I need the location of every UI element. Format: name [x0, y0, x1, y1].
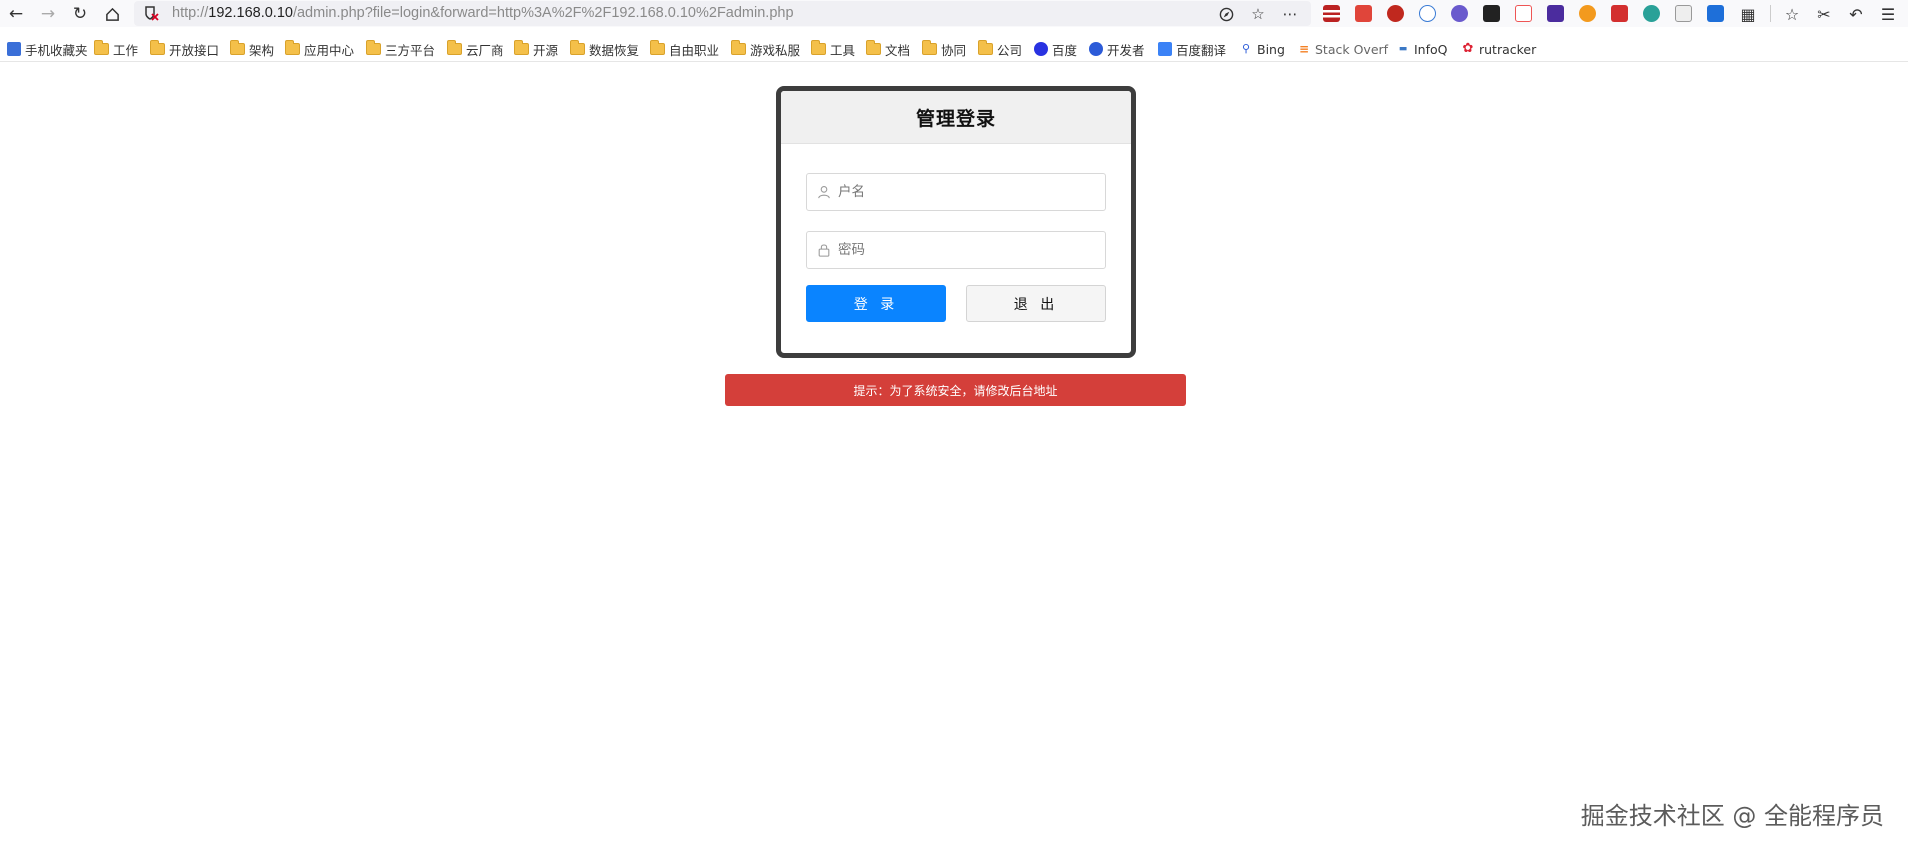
address-bar[interactable]: http://192.168.0.10/admin.php?file=login… [134, 1, 1311, 26]
bookmark-folder[interactable]: 架构 [230, 40, 274, 58]
back-icon[interactable]: ← [5, 3, 27, 25]
bookmark-folder[interactable]: 开源 [514, 40, 558, 58]
url-text: http://192.168.0.10/admin.php?file=login… [172, 5, 794, 21]
bookmark-folder[interactable]: 工具 [811, 40, 855, 58]
bookmark-folder[interactable]: 应用中心 [285, 40, 354, 58]
hat-extension-icon[interactable] [1547, 5, 1564, 22]
browser-toolbar: ← → ↻ http://192.168.0.10/admin.php?file… [0, 0, 1908, 27]
bookmark-developer[interactable]: 开发者 [1089, 40, 1145, 58]
fe-extension-icon[interactable] [1611, 5, 1628, 22]
red-extension-icon[interactable] [1355, 5, 1372, 22]
network-extension-icon[interactable] [1515, 5, 1532, 22]
user-icon [818, 186, 830, 199]
bookmark-folder[interactable]: 文档 [866, 40, 910, 58]
purple-extension-icon[interactable] [1451, 5, 1468, 22]
folder-icon [150, 40, 165, 55]
translate-extension-icon[interactable] [1419, 5, 1436, 22]
bookmark-folder[interactable]: 协同 [922, 40, 966, 58]
bookmark-baidu[interactable]: 百度 [1034, 40, 1077, 58]
dark-extension-icon[interactable] [1483, 5, 1500, 22]
reader-view-icon[interactable] [1215, 3, 1237, 25]
capture-extension-icon[interactable] [1675, 5, 1692, 22]
bookmark-baidu-translate[interactable]: 百度翻译 [1158, 40, 1226, 58]
undo-icon[interactable]: ↶ [1845, 3, 1867, 25]
bookmark-bing[interactable]: ⚲ Bing [1239, 40, 1285, 58]
toolbar-divider [1770, 5, 1771, 22]
exit-button[interactable]: 退 出 [966, 285, 1106, 322]
adblock-icon[interactable] [1387, 5, 1404, 22]
bookmark-folder[interactable]: 自由职业 [650, 40, 719, 58]
password-field[interactable] [806, 231, 1106, 269]
page-actions-icon[interactable]: ⋯ [1279, 3, 1301, 25]
folder-icon [285, 40, 300, 55]
username-field[interactable] [806, 173, 1106, 211]
search-icon: ⚲ [1241, 42, 1251, 55]
menu-icon[interactable]: ☰ [1877, 3, 1899, 25]
login-header: 管理登录 [781, 91, 1131, 144]
reload-icon[interactable]: ↻ [69, 3, 91, 25]
folder-icon [978, 40, 993, 55]
infoq-icon: ▬ [1398, 44, 1408, 54]
security-alert: 提示：为了系统安全，请修改后台地址 [725, 374, 1186, 406]
login-button[interactable]: 登 录 [806, 285, 946, 322]
colorful-extension-icon[interactable] [1643, 5, 1660, 22]
alert-text: 提示：为了系统安全，请修改后台地址 [853, 383, 1058, 398]
folder-icon [811, 40, 826, 55]
watermark: 掘金技术社区 @ 全能程序员 [1580, 802, 1884, 830]
folder-icon [866, 40, 881, 55]
lock-icon [818, 244, 830, 257]
bookmark-star-icon[interactable]: ☆ [1247, 3, 1269, 25]
bookmark-rutracker[interactable]: ✿ rutracker [1461, 40, 1537, 58]
folder-icon [514, 40, 529, 55]
bookmark-mobile[interactable]: 手机收藏夹 [7, 40, 88, 58]
folder-icon [94, 40, 109, 55]
folder-icon [230, 40, 245, 55]
folder-icon [570, 40, 585, 55]
forward-icon[interactable]: → [37, 3, 59, 25]
bookmark-folder[interactable]: 工作 [94, 40, 138, 58]
bookmark-folder[interactable]: 开放接口 [150, 40, 219, 58]
scissors-icon[interactable]: ✂ [1813, 3, 1835, 25]
rutracker-icon: ✿ [1462, 41, 1474, 56]
login-title: 管理登录 [915, 107, 996, 130]
insecure-connection-icon[interactable] [143, 5, 159, 21]
flag-extension-icon[interactable] [1323, 5, 1340, 22]
bookmark-folder[interactable]: 游戏私服 [731, 40, 800, 58]
bookmark-folder[interactable]: 三方平台 [366, 40, 435, 58]
folder-icon [650, 40, 665, 55]
bookmark-stackoverflow[interactable]: ≡ Stack Overf [1297, 40, 1388, 58]
folder-icon [447, 40, 462, 55]
folder-icon [366, 40, 381, 55]
bookmarks-bar: 手机收藏夹 工作 开放接口 架构 应用中心 三方平台 云厂商 开源 数据恢复 自… [0, 36, 1908, 62]
favorites-list-icon[interactable]: ☆ [1781, 3, 1803, 25]
moon-extension-icon[interactable] [1579, 5, 1596, 22]
username-input[interactable] [838, 174, 1098, 210]
developer-icon [1089, 42, 1103, 56]
baidu-icon [1034, 42, 1048, 56]
home-icon[interactable] [101, 3, 123, 25]
mobile-bookmark-icon [7, 42, 21, 56]
bookmark-infoq[interactable]: ▬ InfoQ [1396, 40, 1448, 58]
bookmark-folder[interactable]: 公司 [978, 40, 1022, 58]
login-card: 管理登录 登 录 退 出 [776, 86, 1136, 358]
folder-icon [922, 40, 937, 55]
folder-icon [731, 40, 746, 55]
stackoverflow-icon: ≡ [1298, 42, 1310, 56]
bookmark-folder[interactable]: 数据恢复 [570, 40, 639, 58]
baidu-translate-icon [1158, 42, 1172, 56]
password-input[interactable] [838, 232, 1098, 268]
blue-extension-icon[interactable] [1707, 5, 1724, 22]
bookmark-folder[interactable]: 云厂商 [447, 40, 504, 58]
apps-grid-icon[interactable]: ▦ [1737, 3, 1759, 25]
